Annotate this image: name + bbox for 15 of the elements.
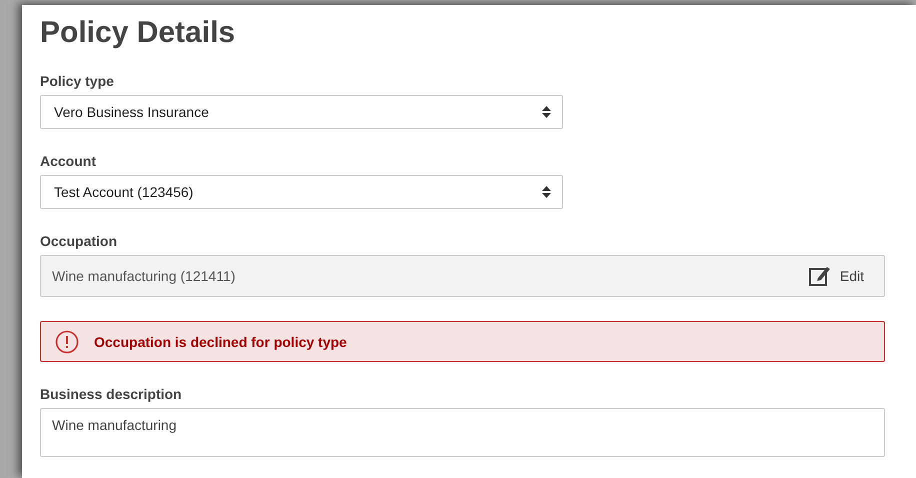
field-label: Account xyxy=(40,153,97,169)
field-label: Policy type xyxy=(40,73,115,89)
occupation-value: Wine manufacturing (121411) xyxy=(52,268,236,284)
page-title: Policy Details xyxy=(40,15,236,51)
alert-message: Occupation is declined for policy type xyxy=(94,334,347,350)
edit-button[interactable]: Edit xyxy=(808,265,864,287)
select-field[interactable]: Vero Business Insurance xyxy=(40,95,563,129)
field-label: Occupation xyxy=(40,233,118,249)
sort-caret-icon xyxy=(542,186,551,198)
warning-icon xyxy=(55,330,79,354)
description-field[interactable]: Wine manufacturing xyxy=(40,408,885,457)
sort-caret-icon xyxy=(542,106,551,118)
field-label: Business description xyxy=(40,386,183,402)
edit-icon xyxy=(808,265,831,287)
select-field[interactable]: Test Account (123456) xyxy=(40,175,563,209)
